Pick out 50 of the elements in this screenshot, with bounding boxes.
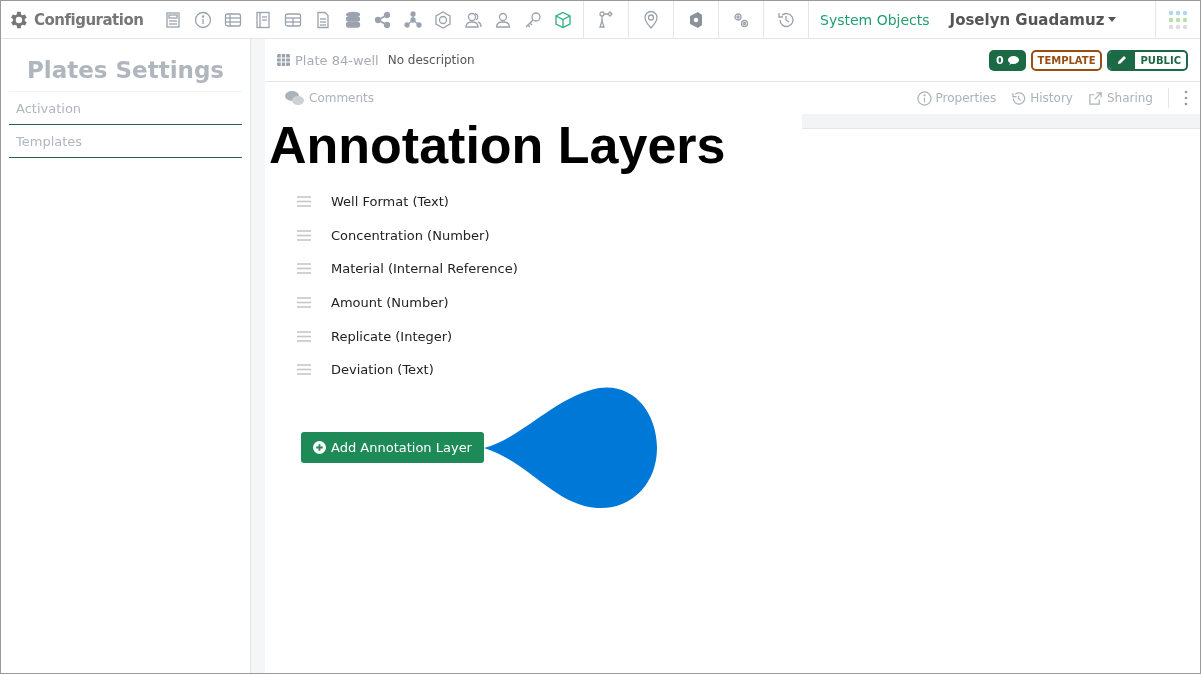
network-icon[interactable] [403, 9, 423, 30]
history-icon [1011, 90, 1027, 106]
comments-link[interactable]: Comments [285, 90, 375, 106]
drag-handle-icon[interactable] [297, 364, 311, 376]
action-link[interactable]: Sharing [1087, 90, 1153, 106]
drag-handle-icon[interactable] [297, 229, 311, 241]
drag-handle-icon[interactable] [297, 263, 311, 275]
speech-bubble-icon [1007, 55, 1019, 65]
form-icon[interactable] [163, 9, 183, 30]
key-icon[interactable] [523, 9, 543, 30]
app-title: Configuration [34, 10, 144, 29]
template-badge: TEMPLATE [1030, 49, 1103, 71]
user-menu[interactable]: Joselyn Guadamuz [941, 10, 1125, 29]
drag-handle-icon[interactable] [297, 297, 311, 309]
badge-icon[interactable] [433, 9, 453, 30]
drag-handle-icon[interactable] [297, 330, 311, 342]
action-link[interactable]: History [1011, 90, 1073, 106]
layer-name: Concentration (Number) [331, 227, 490, 243]
pin-icon[interactable] [641, 9, 661, 30]
info-icon [916, 90, 932, 106]
share-icon [1087, 90, 1103, 106]
caret-icon [1108, 17, 1117, 22]
plus-circle-icon [313, 441, 326, 455]
pencil-icon [1117, 55, 1128, 65]
layer-name: Amount (Number) [331, 295, 449, 311]
layer-name: Well Format (Text) [331, 194, 449, 210]
share-icon[interactable] [373, 9, 393, 30]
page-heading: Annotation Layers [269, 115, 726, 175]
speech-bubbles-icon [285, 90, 305, 106]
system-objects-link[interactable]: System Objects [809, 11, 942, 28]
record-description: No description [387, 53, 475, 67]
visibility-badge[interactable]: PUBLIC [1107, 49, 1188, 71]
action-link[interactable]: Properties [916, 90, 997, 106]
info-icon[interactable] [193, 9, 213, 30]
cube-icon[interactable] [553, 9, 573, 30]
layer-name: Material (Internal Reference) [331, 261, 518, 277]
more-options-icon[interactable] [1184, 90, 1188, 106]
layer-name: Deviation (Text) [331, 362, 434, 378]
database-icon[interactable] [343, 9, 363, 30]
sidebar-title: Plates Settings [9, 57, 242, 92]
layer-name: Replicate (Integer) [331, 328, 453, 344]
book-icon[interactable] [253, 9, 273, 30]
sidebar-item[interactable]: Activation [9, 92, 242, 125]
apps-grid-icon[interactable] [1168, 9, 1188, 30]
record-name: Plate 84-well [295, 52, 379, 68]
add-annotation-layer-button[interactable]: Add Annotation Layer [301, 432, 484, 464]
sidebar-item[interactable]: Templates [9, 125, 242, 158]
grid-icon [277, 54, 290, 66]
drag-handle-icon[interactable] [297, 196, 311, 208]
comment-count-badge[interactable]: 0 [988, 49, 1026, 71]
